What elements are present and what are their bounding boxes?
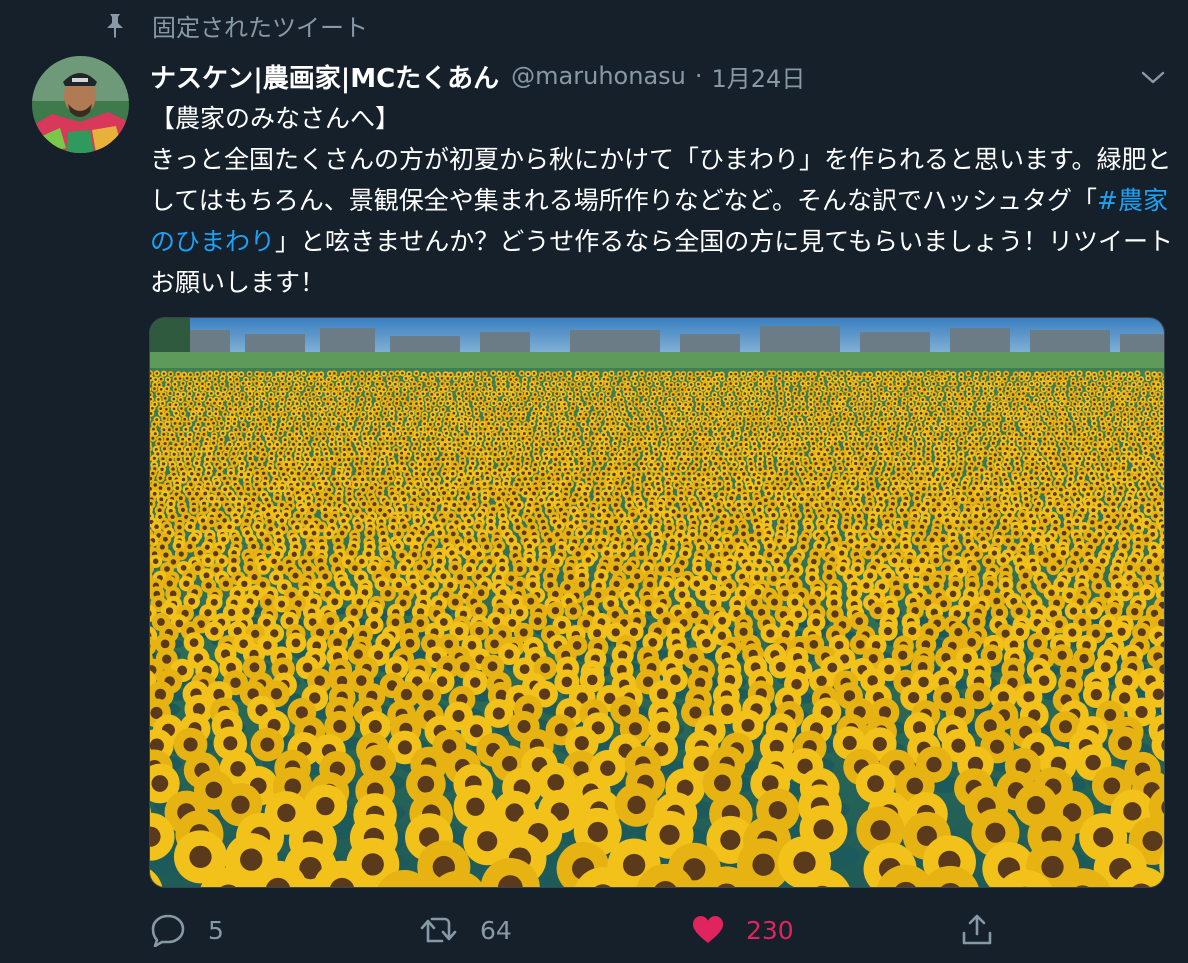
user-handle[interactable]: @maruhonasu: [511, 62, 686, 90]
avatar[interactable]: [32, 56, 129, 153]
reply-button[interactable]: 5: [150, 906, 224, 954]
more-options-button[interactable]: [1138, 66, 1168, 90]
pinned-indicator: 固定されたツイート: [104, 8, 368, 42]
pinned-label: 固定されたツイート: [152, 13, 368, 42]
tweet-text-segment: きっと全国たくさんの方が初夏から秋にかけて「ひまわり」を作られると思います。緑肥…: [150, 145, 1172, 215]
reply-count: 5: [208, 915, 224, 945]
tweet-text-line: 【農家のみなさんへ】: [150, 104, 401, 133]
tweet-date[interactable]: 1月24日: [712, 59, 806, 94]
tweet-header: ナスケン|農画家|MCたくあん @maruhonasu · 1月24日: [150, 56, 805, 96]
like-button[interactable]: 230: [692, 906, 794, 954]
reply-icon: [151, 914, 185, 947]
retweet-icon: [420, 917, 457, 943]
tweet-text: 【農家のみなさんへ】 きっと全国たくさんの方が初夏から秋にかけて「ひまわり」を作…: [150, 98, 1175, 303]
tweet-actions: 5 64 230: [150, 906, 1170, 954]
share-button[interactable]: [960, 906, 994, 954]
display-name[interactable]: ナスケン|農画家|MCたくあん: [150, 58, 499, 95]
tweet-text-segment: 」と呟きませんか？どうせ作るなら全国の方に見てもらいましょう！リツイートお願いし…: [150, 227, 1174, 297]
tweet-text-paragraph: きっと全国たくさんの方が初夏から秋にかけて「ひまわり」を作られると思います。緑肥…: [150, 139, 1175, 303]
tweet-media-image[interactable]: [149, 317, 1165, 888]
chevron-down-icon: [1141, 71, 1165, 84]
pin-icon: [107, 14, 123, 38]
like-count: 230: [746, 915, 794, 945]
pinned-tweet[interactable]: 固定されたツイート ナスケン|農画家|MCたくあん @maruhonasu · …: [0, 0, 1188, 963]
retweet-button[interactable]: 64: [420, 906, 512, 954]
header-separator: ·: [694, 62, 703, 90]
share-icon: [962, 914, 992, 945]
retweet-count: 64: [480, 915, 512, 945]
heart-icon: [693, 916, 723, 943]
sunflower-field-photo: [150, 318, 1164, 887]
